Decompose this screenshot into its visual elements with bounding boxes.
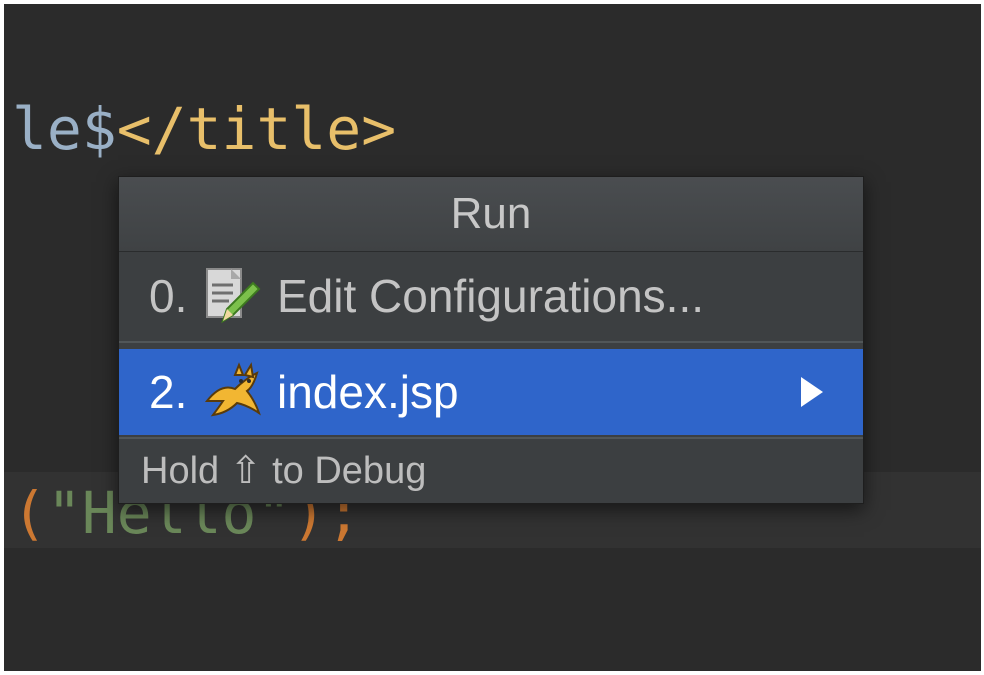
menu-item-index: 0.: [149, 270, 188, 322]
code-token-var: le$: [12, 95, 117, 163]
run-popup: Run 0. Edit Configurations... 2. index.j…: [118, 176, 864, 504]
edit-config-icon: [201, 265, 263, 327]
code-token-tag: </title>: [116, 95, 397, 163]
menu-item-index: 2.: [149, 366, 188, 418]
menu-item-label: index.jsp: [277, 366, 459, 418]
code-editor[interactable]: le$</title> ("Hello"); Run 0. Edit Confi…: [4, 4, 981, 671]
code-line-title: le$</title>: [12, 100, 396, 158]
popup-footer-hint: Hold ⇧ to Debug: [119, 439, 863, 503]
popup-title: Run: [119, 177, 863, 252]
submenu-arrow-icon[interactable]: [801, 377, 823, 407]
menu-item-index-jsp[interactable]: 2. index.jsp: [119, 349, 863, 435]
menu-item-label: Edit Configurations...: [277, 270, 705, 322]
menu-item-edit-configurations[interactable]: 0. Edit Configurations...: [119, 253, 863, 339]
menu-separator: [119, 341, 863, 343]
code-token-open-paren: (: [12, 479, 47, 547]
tomcat-icon: [201, 361, 263, 423]
